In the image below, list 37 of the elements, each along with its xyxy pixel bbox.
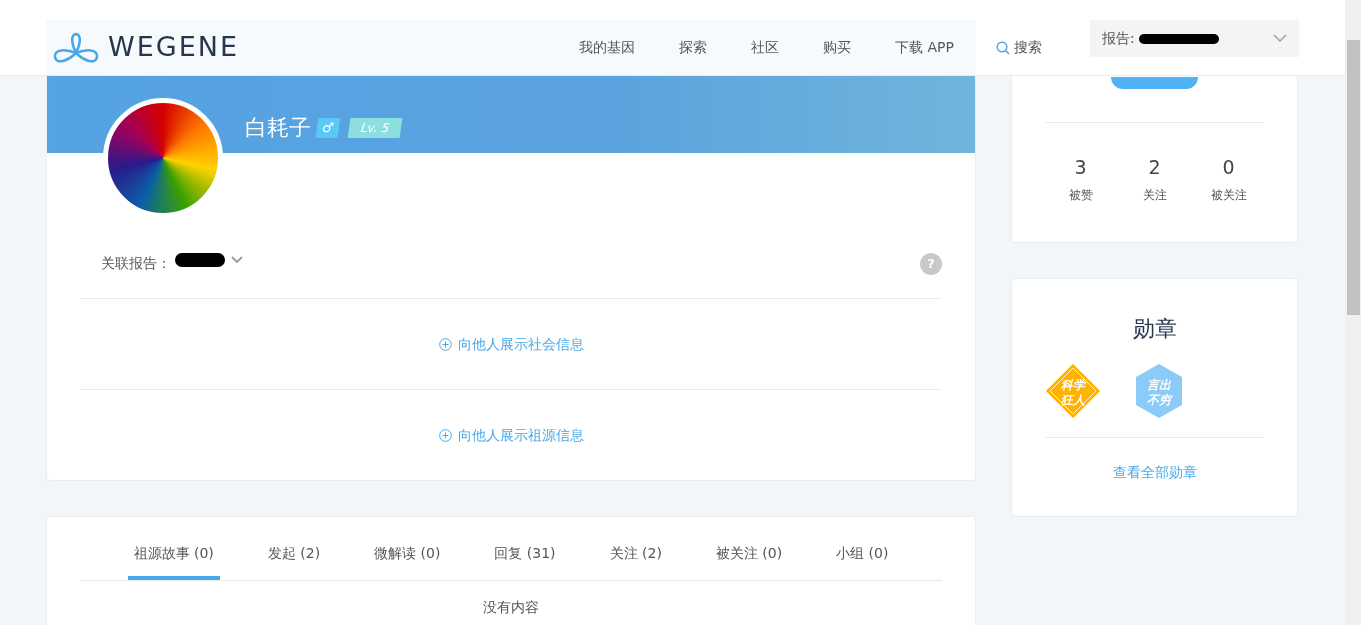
activity-tab[interactable]: 被关注 (0) — [709, 539, 789, 580]
stat-label: 被关注 — [1209, 186, 1248, 204]
empty-message: 没有内容 — [482, 598, 540, 617]
activity-tab[interactable]: 发起 (2) — [261, 539, 327, 580]
nav-link[interactable]: 下载 APP — [873, 37, 976, 58]
scrollbar-thumb[interactable] — [1347, 40, 1360, 315]
medal-badge: 科学狂人 — [1045, 362, 1101, 419]
logo-icon — [52, 30, 100, 65]
medals-title: 勋章 — [1131, 314, 1178, 343]
user-name: 白耗子 — [245, 114, 311, 142]
activity-tab[interactable]: 小组 (0) — [830, 539, 895, 580]
activity-tab[interactable]: 祖源故事 (0) — [127, 539, 220, 580]
stat-label: 被赞 — [1067, 186, 1094, 204]
scrollbar[interactable] — [1345, 0, 1361, 625]
activity-tab[interactable]: 回复 (31) — [488, 539, 562, 580]
search-link[interactable]: 搜索 — [996, 37, 1042, 58]
report-dropdown[interactable]: 报告: — [1090, 20, 1299, 57]
redaction-mark — [175, 253, 225, 267]
chevron-down-icon[interactable] — [230, 253, 244, 265]
stat-value: 2 — [1147, 155, 1162, 180]
activity-tab[interactable]: 微解读 (0) — [368, 539, 447, 580]
search-icon — [996, 40, 1010, 55]
nav-link[interactable]: 我的基因 — [557, 37, 658, 58]
stat-value: 3 — [1073, 155, 1088, 180]
stat-value: 0 — [1221, 155, 1236, 180]
report-label: 报告: — [1102, 29, 1135, 48]
activity-tab[interactable]: 关注 (2) — [603, 539, 668, 580]
plus-circle-icon — [438, 337, 452, 351]
nav-link[interactable]: 社区 — [729, 37, 802, 58]
stat-label: 关注 — [1141, 186, 1168, 204]
nav-link[interactable]: 探索 — [657, 37, 730, 58]
plus-circle-icon — [438, 428, 452, 442]
nav-link[interactable]: 购买 — [801, 37, 874, 58]
linked-report-label: 关联报告： — [101, 254, 171, 273]
chevron-down-icon — [1273, 34, 1287, 43]
edit-button[interactable] — [1111, 77, 1198, 89]
logo-text: WEGENE — [108, 30, 239, 65]
